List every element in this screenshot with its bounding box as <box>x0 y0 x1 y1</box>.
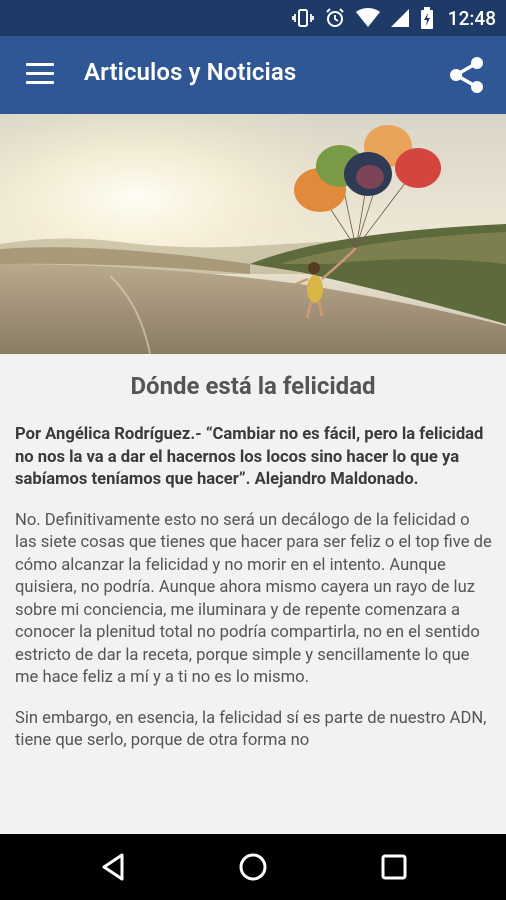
article-paragraph-2: Sin embargo, en esencia, la felicidad sí… <box>15 708 487 751</box>
article-content: Dónde está la felicidad Por Angélica Rod… <box>0 354 506 834</box>
article-title: Dónde está la felicidad <box>130 372 376 400</box>
app-title: Articulos y Noticias <box>84 58 297 86</box>
balloon-girl-image <box>0 114 506 354</box>
status-bar: 12:48 <box>0 0 506 36</box>
alarm-icon <box>326 8 344 27</box>
battery-charging-icon <box>420 7 433 29</box>
menu-icon[interactable] <box>26 63 54 85</box>
status-time: 12:48 <box>447 6 496 30</box>
wifi-icon <box>355 8 380 27</box>
recents-icon[interactable] <box>378 851 410 883</box>
share-icon[interactable] <box>448 56 486 94</box>
status-icons: 12:48 <box>291 0 496 36</box>
back-icon[interactable] <box>98 851 130 883</box>
home-icon[interactable] <box>237 851 269 883</box>
hero-image <box>0 114 506 354</box>
article-lead: Por Angélica Rodríguez.- “Cambiar no es … <box>15 425 484 489</box>
app-bar: Articulos y Noticias <box>0 36 506 114</box>
article-paragraph-1: No. Definitivamente esto no será un decá… <box>15 510 492 688</box>
navigation-bar <box>0 834 506 900</box>
signal-icon <box>390 9 409 27</box>
vibrate-icon <box>291 9 314 27</box>
